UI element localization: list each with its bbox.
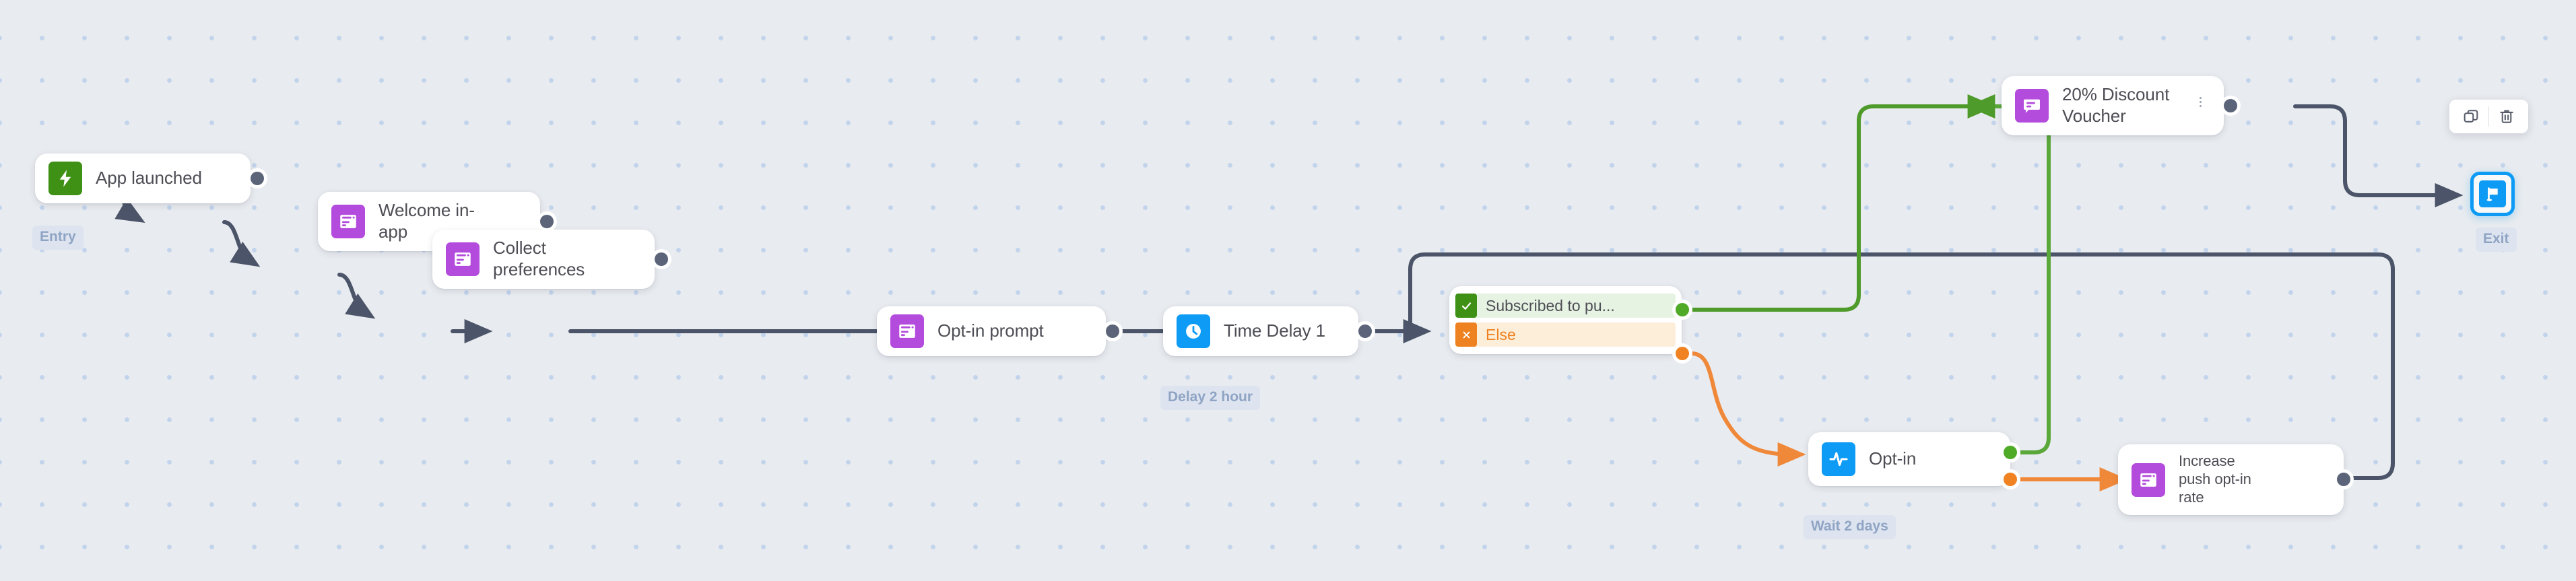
trash-icon[interactable] (2489, 100, 2524, 133)
badge-delay: Delay 2 hour (1160, 386, 1261, 410)
port-collect-preferences-out[interactable] (655, 252, 668, 266)
port-discount-voucher-out[interactable] (2224, 99, 2237, 112)
edge-optin-to-voucher (1967, 94, 2051, 454)
port-time-delay-out[interactable] (1358, 324, 1372, 338)
port-increase-rate-out[interactable] (2337, 473, 2350, 486)
node-label-opt-in: Opt-in (1869, 448, 1917, 469)
branch-row-else[interactable]: Else (1455, 322, 1676, 347)
activity-pulse-icon (1822, 442, 1855, 476)
node-toolbar[interactable] (2449, 100, 2528, 133)
cross-icon (1455, 322, 1477, 347)
node-opt-in-prompt[interactable]: Opt-in prompt (877, 306, 1106, 356)
node-app-launched[interactable]: App launched (35, 153, 251, 203)
edge-voucher-to-exit (2293, 104, 2464, 207)
clock-icon (1177, 314, 1210, 348)
node-collect-preferences[interactable]: Collect preferences (432, 230, 655, 289)
in-app-message-icon (890, 314, 924, 348)
edge-else-to-optin (1690, 351, 1806, 467)
node-label-collect-preferences: Collect preferences (493, 238, 585, 279)
check-icon (1455, 294, 1477, 318)
node-label-app-launched: App launched (96, 168, 202, 189)
in-app-message-icon (2132, 463, 2165, 497)
port-condition-yes-out[interactable] (1676, 303, 1689, 316)
node-increase-push-opt-in-rate[interactable]: Increase push opt-in rate (2118, 444, 2344, 515)
port-welcome-in-app-out[interactable] (540, 215, 554, 228)
lightning-bolt-icon (48, 162, 82, 195)
branch-row-yes[interactable]: Subscribed to pu... (1455, 294, 1676, 318)
flag-icon (2479, 180, 2506, 207)
node-exit[interactable] (2470, 172, 2515, 216)
drag-handle-icon[interactable] (2197, 94, 2204, 109)
badge-exit: Exit (2476, 228, 2517, 252)
port-condition-else-out[interactable] (1676, 347, 1689, 360)
port-opt-in-else-out[interactable] (2004, 473, 2017, 486)
node-label-discount-voucher: 20% Discount Voucher (2062, 84, 2170, 126)
copy-icon[interactable] (2453, 100, 2488, 133)
node-condition[interactable]: Subscribed to pu... Else (1449, 286, 1682, 354)
edge-collect-to-prompt (337, 273, 376, 319)
in-app-message-icon (446, 242, 480, 276)
in-app-message-icon (331, 205, 365, 238)
edge-welcome-to-collect (222, 220, 261, 267)
badge-wait: Wait 2 days (1804, 515, 1896, 539)
node-time-delay[interactable]: Time Delay 1 (1163, 306, 1358, 356)
edge-yes-to-voucher (1690, 94, 1996, 312)
node-opt-in[interactable]: Opt-in (1808, 432, 2010, 486)
node-label-time-delay: Time Delay 1 (1224, 320, 1325, 341)
node-label-increase-push-opt-in-rate: Increase push opt-in rate (2179, 452, 2251, 506)
port-app-launched-out[interactable] (251, 172, 264, 185)
port-opt-in-prompt-out[interactable] (1106, 324, 1119, 338)
port-opt-in-yes-out[interactable] (2004, 446, 2017, 459)
branch-label-yes: Subscribed to pu... (1486, 296, 1615, 314)
node-discount-voucher[interactable]: 20% Discount Voucher (2002, 76, 2224, 135)
journey-canvas[interactable]: App launched Entry Welcome in- app Colle… (0, 0, 2576, 581)
branch-label-else: Else (1486, 325, 1516, 343)
push-notification-icon (2015, 89, 2049, 123)
badge-entry: Entry (32, 226, 84, 250)
node-label-opt-in-prompt: Opt-in prompt (937, 320, 1044, 341)
